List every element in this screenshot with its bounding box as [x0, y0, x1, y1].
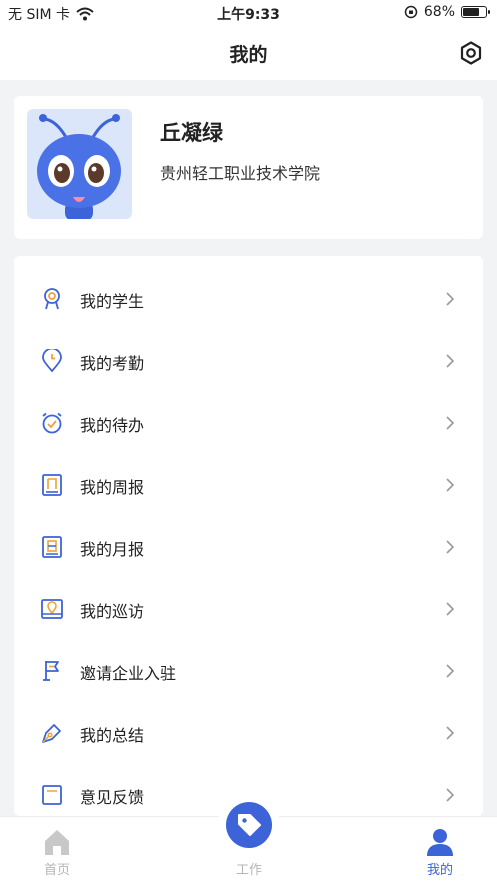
battery-icon — [461, 6, 490, 18]
ant-mascot-icon — [37, 114, 121, 219]
menu-item-todo[interactable]: 我的待办 — [14, 392, 483, 454]
flag-icon — [43, 661, 59, 681]
status-bar: 无 SIM 卡 上午9:33 68% — [0, 0, 497, 26]
monthly-report-icon — [42, 536, 62, 558]
profile-school: 贵州轻工职业技术学院 — [160, 164, 321, 183]
tag-icon — [238, 814, 261, 836]
chevron-right-icon — [446, 726, 455, 740]
avatar[interactable] — [27, 109, 132, 219]
menu-card: 我的学生 我的考勤 我的待办 我的周报 我的月报 我的巡访 邀请企业入驻 我的总… — [14, 256, 483, 816]
menu-item-visits[interactable]: 我的巡访 — [14, 578, 483, 640]
chevron-right-icon — [446, 416, 455, 430]
menu-label: 意见反馈 — [80, 788, 145, 807]
battery-level — [463, 8, 480, 16]
menu-item-monthly-report[interactable]: 我的月报 — [14, 516, 483, 578]
menu-label: 我的周报 — [80, 478, 145, 497]
tab-label: 工作 — [235, 863, 262, 878]
pen-icon — [42, 724, 61, 743]
menu-label: 我的月报 — [80, 540, 145, 559]
menu-label: 我的学生 — [80, 292, 145, 311]
feedback-icon — [42, 785, 62, 805]
chevron-right-icon — [446, 354, 455, 368]
menu-label: 我的待办 — [80, 416, 145, 435]
tab-label: 我的 — [426, 863, 453, 878]
chevron-right-icon — [446, 602, 455, 616]
chevron-right-icon — [446, 478, 455, 492]
menu-item-summary[interactable]: 我的总结 — [14, 702, 483, 764]
menu-label: 我的考勤 — [80, 354, 145, 373]
home-icon — [45, 830, 69, 855]
work-button-bg — [226, 802, 272, 848]
visit-map-icon — [41, 599, 63, 619]
menu-item-students[interactable]: 我的学生 — [14, 268, 483, 330]
tab-label: 首页 — [43, 863, 70, 878]
alarm-check-icon — [42, 412, 62, 434]
chevron-right-icon — [446, 540, 455, 554]
student-badge-icon — [44, 288, 60, 310]
battery-percent: 68% — [423, 4, 455, 20]
nav-bar: 我的 — [0, 26, 497, 80]
menu-label: 邀请企业入驻 — [80, 664, 177, 683]
tab-home[interactable]: 首页 — [2, 817, 112, 884]
profile-name: 丘凝绿 — [160, 121, 223, 145]
menu-label: 我的总结 — [80, 726, 145, 745]
weekly-report-icon — [42, 474, 62, 496]
settings-icon[interactable] — [459, 41, 483, 65]
orientation-lock-icon — [404, 5, 418, 19]
menu-item-weekly-report[interactable]: 我的周报 — [14, 454, 483, 516]
chevron-right-icon — [446, 292, 455, 306]
menu-label: 我的巡访 — [80, 602, 145, 621]
page-title: 我的 — [229, 44, 268, 66]
profile-card[interactable]: 丘凝绿 贵州轻工职业技术学院 — [14, 96, 483, 239]
chevron-right-icon — [446, 664, 455, 678]
user-icon — [427, 829, 453, 856]
menu-item-invite-company[interactable]: 邀请企业入驻 — [14, 640, 483, 702]
menu-item-attendance[interactable]: 我的考勤 — [14, 330, 483, 392]
chevron-right-icon — [446, 788, 455, 802]
tab-mine[interactable]: 我的 — [385, 817, 495, 884]
work-center-button[interactable] — [218, 794, 280, 856]
location-clock-icon — [42, 349, 62, 373]
